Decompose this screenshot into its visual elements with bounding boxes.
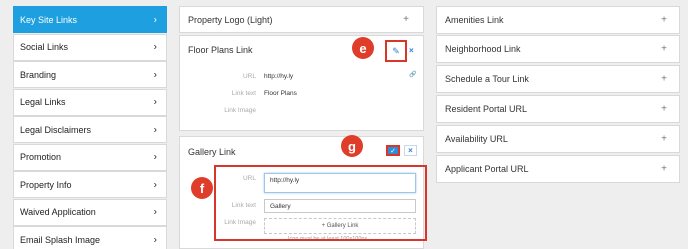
sidebar-item-label: Key Site Links [20,14,78,25]
callout-e: e [352,37,374,59]
callout-g: g [341,135,363,157]
item-label: Schedule a Tour Link [445,74,529,84]
plus-icon[interactable]: + [661,134,667,145]
link-image-label: Link Image [224,107,256,114]
edit-button[interactable]: ✎ [385,40,407,62]
card-title: Gallery Link [188,147,236,157]
resident-portal-url-item[interactable]: Resident Portal URL + [436,95,680,123]
item-label: Availability URL [445,134,508,144]
check-icon: ✓ [390,147,396,155]
item-label: Neighborhood Link [445,44,521,54]
chevron-right-icon: › [153,69,157,80]
sidebar: Key Site Links › Social Links › Branding… [13,6,167,249]
schedule-tour-link-item[interactable]: Schedule a Tour Link + [436,65,680,93]
sidebar-item-property-info[interactable]: Property Info › [13,171,167,198]
sidebar-item-email-splash-image[interactable]: Email Splash Image › [13,226,167,249]
neighborhood-link-item[interactable]: Neighborhood Link + [436,35,680,63]
chevron-right-icon: › [153,234,157,245]
chevron-right-icon: › [153,41,157,53]
close-icon: × [408,146,413,155]
item-label: Resident Portal URL [445,104,528,114]
chevron-right-icon: › [153,206,157,218]
sidebar-item-waived-application[interactable]: Waived Application › [13,198,167,226]
sidebar-item-label: Legal Links [20,97,66,107]
sidebar-item-branding[interactable]: Branding › [13,61,167,88]
sidebar-item-label: Property Info [20,179,72,190]
sidebar-item-label: Social Links [20,42,69,52]
chevron-right-icon: › [153,124,157,135]
plus-icon[interactable]: + [661,44,667,55]
sidebar-item-promotion[interactable]: Promotion › [13,143,167,171]
amenities-link-item[interactable]: Amenities Link + [436,6,680,34]
sidebar-item-label: Legal Disclaimers [20,124,92,135]
item-label: Amenities Link [445,15,504,25]
sidebar-item-legal-disclaimers[interactable]: Legal Disclaimers › [13,116,167,143]
sidebar-item-label: Promotion [20,152,62,162]
property-logo-card[interactable]: Property Logo (Light) + [179,6,424,33]
plus-icon[interactable]: + [661,164,667,175]
sidebar-item-legal-links[interactable]: Legal Links › [13,88,167,116]
card-title: Property Logo (Light) [188,15,273,25]
callout-f: f [191,177,213,199]
availability-url-item[interactable]: Availability URL + [436,125,680,153]
card-title: Floor Plans Link [188,45,253,55]
cancel-button[interactable]: × [404,145,417,156]
plus-icon[interactable]: + [661,104,667,115]
pencil-icon: ✎ [392,45,400,56]
link-text-label: Link text [231,90,256,97]
item-label: Applicant Portal URL [445,164,529,174]
plus-icon[interactable]: + [403,14,409,25]
close-icon[interactable]: × [409,46,414,55]
sidebar-item-key-site-links[interactable]: Key Site Links › [13,6,167,33]
applicant-portal-url-item[interactable]: Applicant Portal URL + [436,155,680,183]
url-label: URL [242,73,256,80]
sidebar-item-label: Waived Application [20,207,96,217]
chevron-right-icon: › [153,96,157,108]
floor-plans-card: Floor Plans Link ✎ × URL http://hy.ly 🔗 … [179,35,424,131]
chevron-right-icon: › [153,179,157,190]
highlight-frame [214,165,427,241]
plus-icon[interactable]: + [661,74,667,85]
sidebar-item-label: Email Splash Image [20,234,101,245]
save-check-button[interactable]: ✓ [386,145,400,156]
url-value: http://hy.ly [264,73,294,80]
sidebar-item-social-links[interactable]: Social Links › [13,33,167,61]
link-text-value: Floor Plans [264,90,297,97]
chevron-right-icon: › [153,14,157,25]
link-icon: 🔗 [409,72,417,78]
plus-icon[interactable]: + [661,15,667,26]
chevron-right-icon: › [153,151,157,163]
sidebar-item-label: Branding [20,69,57,80]
